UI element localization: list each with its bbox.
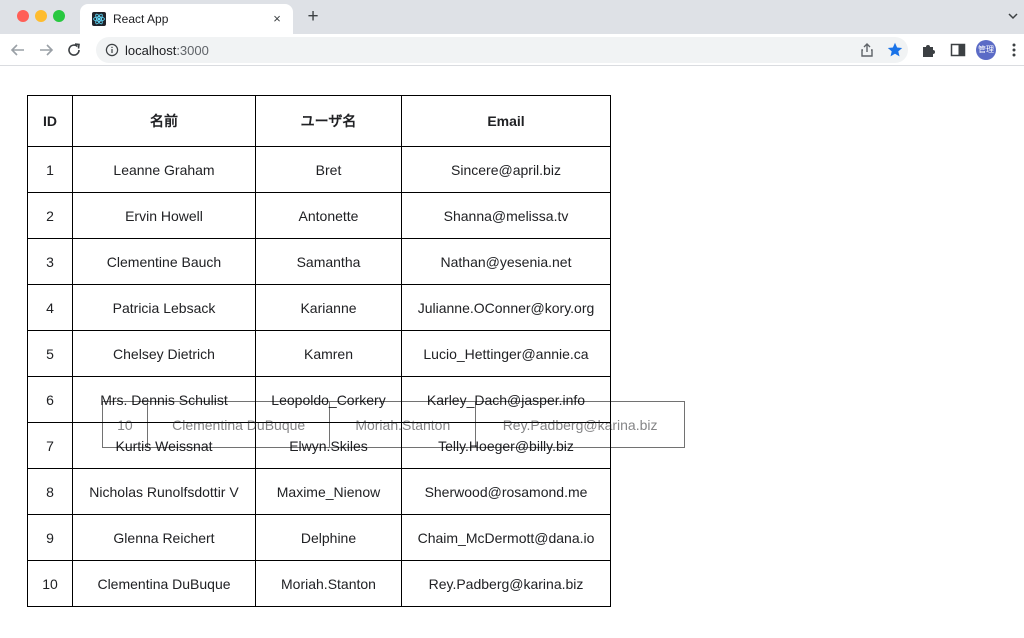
address-bar[interactable]: localhost:3000 [96, 37, 908, 63]
cell-username: Samantha [255, 238, 402, 285]
table-row[interactable]: 9 Glenna Reichert Delphine Chaim_McDermo… [27, 514, 611, 561]
column-header-name: 名前 [72, 95, 256, 147]
cell-id: 6 [27, 376, 73, 423]
new-tab-button[interactable]: + [302, 6, 324, 28]
table-row[interactable]: 3 Clementine Bauch Samantha Nathan@yesen… [27, 238, 611, 285]
cell-name: Clementina DuBuque [72, 560, 256, 607]
table-header-row: ID 名前 ユーザ名 Email [27, 95, 611, 147]
column-header-username: ユーザ名 [255, 95, 402, 147]
cell-id: 8 [27, 468, 73, 515]
cell-id: 10 [27, 560, 73, 607]
cell-id: 5 [27, 330, 73, 377]
cell-name: Nicholas Runolfsdottir V [72, 468, 256, 515]
ghost-cell-name: Clementina DuBuque [146, 401, 331, 448]
extensions-puzzle-icon[interactable] [920, 41, 938, 59]
table-row[interactable]: 1 Leanne Graham Bret Sincere@april.biz [27, 146, 611, 193]
cell-name: Glenna Reichert [72, 514, 256, 561]
tab-react-app[interactable]: React App × [80, 4, 293, 34]
cell-email: Sincere@april.biz [401, 146, 611, 193]
tab-title: React App [113, 12, 169, 26]
drag-ghost-row[interactable]: 10 Clementina DuBuque Moriah.Stanton Rey… [102, 401, 685, 448]
cell-id: 2 [27, 192, 73, 239]
cell-name: Clementine Bauch [72, 238, 256, 285]
cell-email: Nathan@yesenia.net [401, 238, 611, 285]
cell-id: 7 [27, 422, 73, 469]
drag-ghost-table-row: 10 Clementina DuBuque Moriah.Stanton Rey… [102, 401, 685, 448]
cell-email: Rey.Padberg@karina.biz [401, 560, 611, 607]
back-arrow-icon[interactable] [7, 39, 29, 61]
cell-name: Leanne Graham [72, 146, 256, 193]
profile-avatar[interactable]: 管理 [976, 40, 996, 60]
table-row[interactable]: 8 Nicholas Runolfsdottir V Maxime_Nienow… [27, 468, 611, 515]
info-icon[interactable] [105, 43, 119, 57]
cell-name: Ervin Howell [72, 192, 256, 239]
url-port: :3000 [176, 43, 209, 58]
ghost-cell-email: Rey.Padberg@karina.biz [475, 401, 685, 448]
cell-username: Moriah.Stanton [255, 560, 402, 607]
table-row[interactable]: 10 Clementina DuBuque Moriah.Stanton Rey… [27, 560, 611, 607]
cell-username: Antonette [255, 192, 402, 239]
minimize-window-button[interactable] [35, 10, 47, 22]
cell-email: Julianne.OConner@kory.org [401, 284, 611, 331]
react-icon [92, 12, 106, 26]
cell-id: 1 [27, 146, 73, 193]
ghost-cell-id: 10 [102, 401, 148, 448]
cell-email: Shanna@melissa.tv [401, 192, 611, 239]
cell-name: Chelsey Dietrich [72, 330, 256, 377]
maximize-window-button[interactable] [53, 10, 65, 22]
url-host: localhost [125, 43, 177, 58]
reload-icon[interactable] [63, 39, 85, 61]
cell-username: Maxime_Nienow [255, 468, 402, 515]
cell-name: Patricia Lebsack [72, 284, 256, 331]
more-menu-icon[interactable] [1007, 41, 1021, 59]
cell-id: 4 [27, 284, 73, 331]
drag-ghost-table: 10 Clementina DuBuque Moriah.Stanton Rey… [102, 401, 685, 448]
browser-toolbar: localhost:3000 [0, 34, 1024, 66]
table-row[interactable]: 2 Ervin Howell Antonette Shanna@melissa.… [27, 192, 611, 239]
table-row[interactable]: 5 Chelsey Dietrich Kamren Lucio_Hettinge… [27, 330, 611, 377]
forward-arrow-icon[interactable] [35, 39, 57, 61]
share-icon[interactable] [859, 42, 875, 58]
users-table: ID 名前 ユーザ名 Email 1 Leanne Graham Bret Si… [27, 95, 611, 607]
url-text[interactable]: localhost:3000 [125, 43, 209, 58]
cell-username: Karianne [255, 284, 402, 331]
side-panel-icon[interactable] [949, 41, 967, 59]
tab-strip: React App × + [0, 0, 1024, 34]
bookmark-star-icon[interactable] [886, 41, 904, 59]
column-header-id: ID [27, 95, 73, 147]
column-header-email: Email [401, 95, 611, 147]
cell-id: 3 [27, 238, 73, 285]
cell-username: Kamren [255, 330, 402, 377]
table-row[interactable]: 4 Patricia Lebsack Karianne Julianne.OCo… [27, 284, 611, 331]
cell-id: 9 [27, 514, 73, 561]
cell-email: Sherwood@rosamond.me [401, 468, 611, 515]
cell-username: Delphine [255, 514, 402, 561]
ghost-cell-username: Moriah.Stanton [329, 401, 477, 448]
chevron-down-icon[interactable] [1006, 9, 1020, 23]
cell-email: Chaim_McDermott@dana.io [401, 514, 611, 561]
close-tab-icon[interactable]: × [269, 11, 285, 27]
cell-email: Lucio_Hettinger@annie.ca [401, 330, 611, 377]
cell-username: Bret [255, 146, 402, 193]
close-window-button[interactable] [17, 10, 29, 22]
